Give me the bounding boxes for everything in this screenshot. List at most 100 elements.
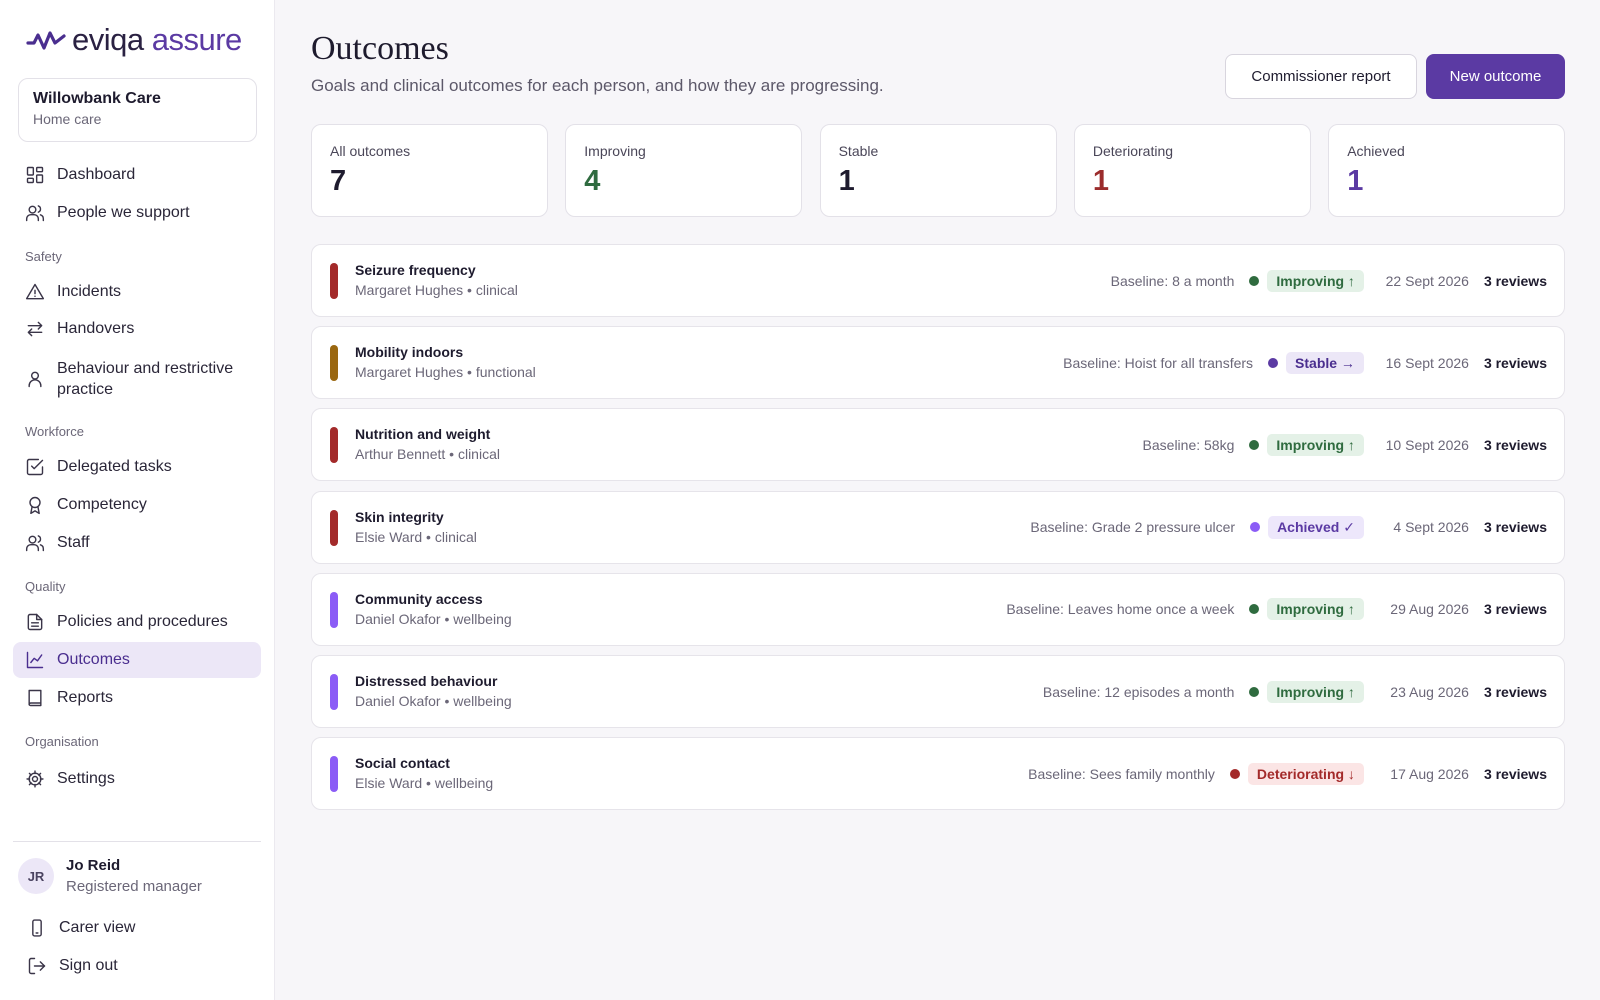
sidebar-item-label: People we support: [57, 204, 190, 221]
outcome-details: Baseline: Hoist for all transfers Stable …: [1063, 327, 1547, 398]
new-outcome-button[interactable]: New outcome: [1426, 54, 1565, 99]
status-badge: Stable →: [1286, 351, 1364, 374]
sidebar-item-label: Delegated tasks: [57, 458, 172, 475]
people-icon: [25, 203, 45, 223]
outcome-baseline: Baseline: Sees family monthly: [1028, 765, 1215, 782]
sidebar-item-label: Policies and procedures: [57, 613, 228, 630]
category-bar: [330, 756, 338, 793]
sidebar-item-label: Incidents: [57, 283, 122, 300]
outcome-details: Baseline: Sees family monthly Deteriorati…: [1028, 738, 1547, 809]
sidebar-item-label: Outcomes: [57, 651, 130, 668]
sidebar-item-outcomes[interactable]: Outcomes: [13, 642, 261, 678]
outcome-reviews[interactable]: 3 reviews: [1484, 684, 1547, 700]
outcome-row[interactable]: Seizure frequency Margaret Hughes • clini…: [311, 244, 1565, 317]
sidebar: eviqa assure Willowbank Care Home care D…: [0, 0, 275, 1000]
carer-view-label: Carer view: [59, 919, 136, 936]
stat-card[interactable]: Deteriorating 1: [1073, 124, 1311, 217]
sidebar-item-competency[interactable]: Competency: [13, 487, 261, 523]
sidebar-item-people[interactable]: People we support: [13, 195, 261, 231]
outcome-row[interactable]: Nutrition and weight Arthur Bennett • cli…: [311, 408, 1565, 482]
stat-label: Stable: [838, 143, 879, 159]
outcome-baseline: Baseline: Leaves home once a week: [1006, 601, 1235, 618]
stat-label: Improving: [584, 143, 646, 159]
status-dot: [1250, 522, 1261, 533]
outcome-reviews[interactable]: 3 reviews: [1484, 437, 1547, 453]
status-dot: [1249, 604, 1260, 615]
avatar: JR: [18, 858, 54, 894]
swap-arrows-icon: [25, 319, 45, 339]
sidebar-item-settings[interactable]: Settings: [13, 761, 261, 797]
category-bar: [330, 674, 338, 710]
category-bar: [330, 263, 338, 299]
award-icon: [25, 495, 45, 515]
status-dot: [1268, 357, 1279, 368]
outcome-baseline: Baseline: Grade 2 pressure ulcer: [1030, 519, 1236, 536]
category-bar: [330, 509, 338, 546]
stat-label: Deteriorating: [1092, 143, 1174, 159]
sign-out-label: Sign out: [59, 957, 118, 974]
outcome-title: Seizure frequency: [355, 262, 476, 278]
outcome-details: Baseline: Leaves home once a week Improvi…: [1006, 574, 1547, 645]
stat-card[interactable]: Stable 1: [819, 124, 1057, 217]
page-subtitle: Goals and clinical outcomes for each per…: [311, 76, 884, 95]
carer-view-link[interactable]: Carer view: [15, 910, 263, 946]
sidebar-item-staff[interactable]: Staff: [13, 525, 261, 561]
person-icon: [25, 369, 45, 389]
commissioner-report-button[interactable]: Commissioner report: [1225, 54, 1417, 99]
stat-card[interactable]: Improving 4: [565, 124, 803, 217]
phone-icon: [27, 918, 47, 938]
outcome-row[interactable]: Distressed behaviour Daniel Okafor • well…: [311, 655, 1565, 728]
sidebar-item-behaviour[interactable]: Behaviour and restrictive practice: [13, 355, 261, 403]
sign-out-link[interactable]: Sign out: [15, 948, 263, 984]
outcome-title: Nutrition and weight: [355, 426, 491, 443]
section-label-workforce: Workforce: [25, 424, 84, 439]
section-label-safety: Safety: [25, 249, 62, 264]
outcome-reviews[interactable]: 3 reviews: [1484, 766, 1547, 782]
outcome-meta: Margaret Hughes • clinical: [355, 282, 518, 298]
organisation-switcher[interactable]: Willowbank Care Home care: [18, 78, 257, 142]
outcome-meta: Elsie Ward • clinical: [355, 528, 477, 545]
sidebar-item-reports[interactable]: Reports: [13, 680, 261, 716]
warning-triangle-icon: [25, 282, 45, 302]
sidebar-item-handovers[interactable]: Handovers: [13, 311, 261, 347]
status-dot: [1249, 686, 1260, 697]
page-title: Outcomes: [311, 30, 449, 67]
outcome-baseline: Baseline: 58kg: [1142, 436, 1235, 453]
sidebar-item-delegated-tasks[interactable]: Delegated tasks: [13, 449, 261, 485]
outcome-meta: Arthur Bennett • clinical: [355, 446, 500, 463]
book-icon: [25, 688, 45, 708]
outcome-row[interactable]: Skin integrity Elsie Ward • clinical Basel…: [311, 490, 1565, 564]
status-badge: Improving ↑: [1267, 269, 1364, 292]
sidebar-item-label: Dashboard: [57, 166, 136, 183]
outcome-title: Skin integrity: [355, 508, 444, 525]
outcome-row[interactable]: Community access Daniel Okafor • wellbein…: [311, 572, 1565, 646]
outcome-reviews[interactable]: 3 reviews: [1484, 273, 1547, 289]
sidebar-divider: [13, 841, 261, 842]
sidebar-item-label: Settings: [57, 770, 115, 787]
outcome-date: 17 Aug 2026: [1390, 765, 1469, 782]
outcome-date: 29 Aug 2026: [1390, 601, 1469, 618]
user-profile[interactable]: JR Jo Reid Registered manager: [18, 857, 202, 895]
pulse-logo-icon: [26, 31, 66, 50]
sidebar-item-policies[interactable]: Policies and procedures: [13, 604, 261, 640]
stat-label: Achieved: [1347, 143, 1405, 159]
organisation-type: Home care: [33, 111, 102, 127]
sidebar-item-incidents[interactable]: Incidents: [13, 274, 261, 310]
outcome-details: Baseline: 12 episodes a month Improving ↑…: [1043, 656, 1547, 727]
brand-name: eviqa assure: [72, 22, 242, 58]
outcome-row[interactable]: Mobility indoors Margaret Hughes • functi…: [311, 326, 1565, 400]
outcome-reviews[interactable]: 3 reviews: [1484, 355, 1547, 371]
outcome-reviews[interactable]: 3 reviews: [1484, 519, 1547, 535]
organisation-name: Willowbank Care: [33, 90, 161, 107]
outcome-reviews[interactable]: 3 reviews: [1484, 601, 1547, 617]
section-label-quality: Quality: [25, 579, 66, 594]
outcome-row[interactable]: Social contact Elsie Ward • wellbeing Base…: [311, 737, 1565, 811]
stat-card[interactable]: Achieved 1: [1328, 124, 1566, 217]
brand-logo[interactable]: eviqa assure: [26, 22, 242, 58]
stat-card[interactable]: All outcomes 7: [311, 124, 548, 217]
outcome-meta: Margaret Hughes • functional: [355, 364, 536, 381]
outcome-date: 23 Aug 2026: [1390, 683, 1469, 700]
status-badge: Improving ↑: [1267, 433, 1364, 456]
outcome-title: Distressed behaviour: [355, 673, 498, 689]
sidebar-item-dashboard[interactable]: Dashboard: [13, 157, 261, 193]
